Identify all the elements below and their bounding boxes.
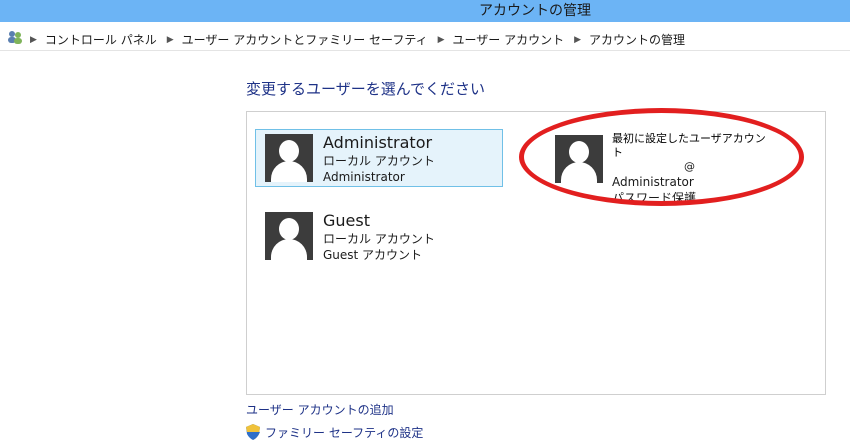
chevron-right-icon[interactable]: ▶ xyxy=(574,35,581,45)
breadcrumb-manage-accounts[interactable]: アカウントの管理 xyxy=(589,31,685,48)
shield-icon xyxy=(246,424,260,440)
account-detail: Guest アカウント xyxy=(323,248,423,262)
address-bar[interactable]: ▶ コントロール パネル ▶ ユーザー アカウントとファミリー セーフティ ▶ … xyxy=(0,26,850,51)
breadcrumb-control-panel[interactable]: コントロール パネル xyxy=(45,31,157,48)
annotation-note: 最初に設定したユーザアカウント xyxy=(612,132,766,159)
breadcrumb: ▶ コントロール パネル ▶ ユーザー アカウントとファミリー セーフティ ▶ … xyxy=(30,31,695,48)
breadcrumb-user-accounts-family[interactable]: ユーザー アカウントとファミリー セーフティ xyxy=(182,31,428,48)
window-title: アカウントの管理 xyxy=(479,3,591,19)
breadcrumb-user-accounts[interactable]: ユーザー アカウント xyxy=(453,31,565,48)
account-type: ローカル アカウント xyxy=(323,232,435,246)
family-safety-link[interactable]: ファミリー セーフティの設定 xyxy=(265,424,423,441)
chevron-right-icon[interactable]: ▶ xyxy=(30,35,37,45)
user-avatar-icon xyxy=(265,134,313,182)
account-name: Administrator xyxy=(323,133,433,152)
account-card-administrator[interactable]: Administrator ローカル アカウント Administrator xyxy=(255,129,503,187)
account-type: ローカル アカウント xyxy=(323,154,435,168)
chevron-right-icon[interactable]: ▶ xyxy=(167,35,174,45)
account-detail: Administrator xyxy=(612,175,694,189)
account-card-guest[interactable]: Guest ローカル アカウント Guest アカウント xyxy=(265,211,495,264)
users-group-icon xyxy=(8,31,22,44)
chevron-right-icon[interactable]: ▶ xyxy=(438,35,445,45)
account-status: パスワード保護 xyxy=(612,191,697,205)
user-avatar-icon xyxy=(555,135,603,183)
account-detail: Administrator xyxy=(323,170,405,184)
page-heading: 変更するユーザーを選んでください xyxy=(246,80,485,98)
account-email-at: @ xyxy=(684,160,695,173)
user-avatar-icon xyxy=(265,212,313,260)
window-titlebar: アカウントの管理 xyxy=(0,0,850,22)
account-name: Guest xyxy=(323,211,370,230)
add-user-account-link[interactable]: ユーザー アカウントの追加 xyxy=(246,401,394,418)
account-card-annotated[interactable]: 最初に設定したユーザアカウント @ Administrator パスワード保護 xyxy=(555,132,775,205)
